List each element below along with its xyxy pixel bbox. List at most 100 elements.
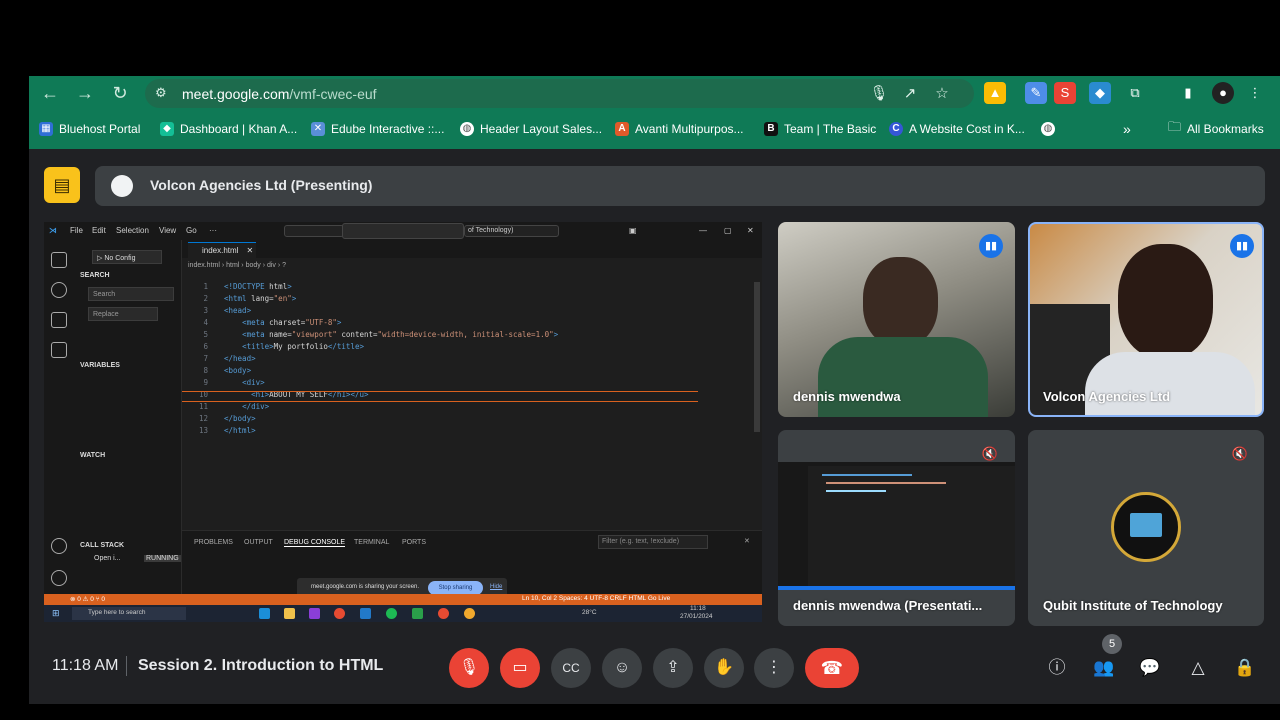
status-info[interactable]: Ln 10, Col 2 Spaces: 4 UTF-8 CRLF HTML G… (522, 595, 670, 602)
stop-sharing-button[interactable]: Stop sharing (428, 581, 483, 595)
menu-view[interactable]: View (159, 226, 176, 235)
bookmark-item[interactable]: ◍ (1041, 119, 1055, 139)
participant-tile[interactable]: ▮▮ dennis mwendwa (778, 222, 1015, 417)
command-center[interactable] (284, 225, 344, 237)
menu-dots-icon[interactable]: ⋮ (1244, 82, 1266, 104)
windows-start-icon[interactable]: ⊞ (52, 608, 60, 619)
forward-icon[interactable]: → (74, 82, 96, 104)
bookmark-item[interactable]: ▦ Bluehost Portal (39, 119, 140, 139)
code-line[interactable]: 8 <body> (182, 366, 251, 375)
run-config-select[interactable]: ▷ No Config (92, 250, 162, 264)
weather-temp[interactable]: 28°C (582, 609, 597, 616)
taskbar-search[interactable]: Type here to search (72, 607, 186, 620)
code-line[interactable]: 13 </html> (182, 426, 256, 435)
more-bookmarks-icon[interactable]: » (1123, 119, 1131, 139)
code-line[interactable]: 4 <meta charset="UTF-8"> (182, 318, 341, 327)
variables-heading[interactable]: VARIABLES (80, 362, 120, 369)
more-options-button[interactable]: ⋮ (754, 648, 794, 688)
extensions-puzzle-icon[interactable]: ⧉ (1124, 82, 1146, 104)
code-line[interactable]: 9 <div> (182, 378, 264, 387)
source-control-icon[interactable] (51, 282, 67, 298)
debug-toolbar[interactable] (342, 223, 464, 239)
watch-heading[interactable]: WATCH (80, 452, 105, 459)
chrome-icon[interactable] (464, 608, 475, 619)
menu-edit[interactable]: Edit (92, 226, 106, 235)
close-icon[interactable]: ✕ (747, 226, 754, 235)
bookmark-item[interactable]: A Avanti Multipurpos... (615, 119, 744, 139)
extension-icon-red[interactable]: S (1054, 82, 1076, 104)
all-bookmarks[interactable]: 🗀 All Bookmarks (1168, 119, 1264, 139)
menu-file[interactable]: File (70, 226, 83, 235)
edge-icon[interactable] (259, 608, 270, 619)
explorer-icon[interactable] (51, 252, 67, 268)
presentation-icon[interactable]: ▤ (44, 167, 80, 203)
profile-avatar[interactable]: ● (1212, 82, 1234, 104)
meet-icon[interactable] (412, 608, 423, 619)
maximize-icon[interactable]: ▢ (724, 226, 732, 235)
site-settings-icon[interactable]: ⚙ (155, 85, 171, 101)
visual-studio-icon[interactable] (309, 608, 320, 619)
activities-icon[interactable]: △ (1185, 655, 1211, 681)
camera-off-button[interactable]: ▭ (500, 648, 540, 688)
participant-tile-active[interactable]: ▮▮ Volcon Agencies Ltd (1028, 222, 1264, 417)
bookmark-item[interactable]: CA Website Cost in K... (889, 119, 1025, 139)
vscode-taskbar-icon[interactable] (360, 608, 371, 619)
captions-button[interactable]: CC (551, 648, 591, 688)
host-controls-icon[interactable]: 🔒 (1232, 655, 1258, 681)
scrollbar[interactable] (754, 282, 760, 432)
bookmark-star-icon[interactable]: ☆ (932, 84, 952, 104)
back-icon[interactable]: ← (39, 82, 61, 104)
extension-icon[interactable]: ✎ (1025, 82, 1047, 104)
raise-hand-button[interactable]: ✋ (704, 648, 744, 688)
chrome-icon[interactable] (438, 608, 449, 619)
bookmark-item[interactable]: ✕ Edube Interactive ::... (311, 119, 444, 139)
code-line[interactable]: 3 <head> (182, 306, 251, 315)
call-stack-item[interactable]: Open i... (94, 555, 120, 562)
reload-icon[interactable]: ↻ (109, 82, 131, 104)
tab-ports[interactable]: PORTS (402, 539, 426, 546)
drive-extension-icon[interactable]: ▲ (984, 82, 1006, 104)
leave-call-button[interactable]: ☎ (805, 648, 859, 688)
tab-debug-console[interactable]: DEBUG CONSOLE (284, 539, 346, 547)
close-icon[interactable]: ✕ (246, 246, 253, 255)
code-line[interactable]: 12 </body> (182, 414, 256, 423)
close-icon[interactable]: ✕ (744, 537, 750, 545)
menu-selection[interactable]: Selection (116, 226, 149, 235)
replace-input[interactable]: Replace (88, 307, 158, 321)
extensions-icon[interactable] (51, 342, 67, 358)
code-line[interactable]: 11 </div> (182, 402, 269, 411)
tab-index-html[interactable]: index.html ✕ (188, 242, 256, 258)
code-line[interactable]: 2 <html lang="en"> (182, 294, 296, 303)
emoji-button[interactable]: ☺ (602, 648, 642, 688)
code-line[interactable]: 1 <!DOCTYPE html> (182, 282, 291, 291)
tab-output[interactable]: OUTPUT (244, 539, 273, 546)
file-explorer-icon[interactable] (284, 608, 295, 619)
menu-more[interactable]: ··· (209, 226, 217, 235)
tab-problems[interactable]: PROBLEMS (194, 539, 233, 546)
meeting-info-icon[interactable]: ⓘ (1044, 655, 1070, 681)
bookmark-item[interactable]: ◍ Header Layout Sales... (460, 119, 602, 139)
chrome-icon[interactable] (334, 608, 345, 619)
present-screen-button[interactable]: ⇪ (653, 648, 693, 688)
minimize-icon[interactable]: — (699, 226, 707, 235)
menu-go[interactable]: Go (186, 226, 197, 235)
layout-icon[interactable]: ▣ (629, 226, 637, 235)
participant-tile[interactable]: 🔇 Qubit Institute of Technology (1028, 430, 1264, 626)
microphone-icon[interactable]: 🎙 (869, 84, 889, 104)
code-line[interactable]: 5 <meta name="viewport" content="width=d… (182, 330, 558, 339)
code-line[interactable]: 7 </head> (182, 354, 255, 363)
code-editor[interactable]: index.html ✕ index.html › html › body › d… (182, 240, 762, 530)
code-line[interactable]: 6 <title>My portfolio</title> (182, 342, 364, 351)
status-problems[interactable]: ⊗ 0 ⚠ 0 ⑂ 0 (70, 595, 105, 603)
hide-link[interactable]: Hide (490, 584, 502, 590)
extension-icon-blue[interactable]: ◆ (1089, 82, 1111, 104)
call-stack-heading[interactable]: CALL STACK (80, 542, 124, 549)
chat-icon[interactable]: 💬 (1137, 655, 1163, 681)
search-input[interactable]: Search (88, 287, 174, 301)
address-bar[interactable]: ⚙ meet.google.com/vmf-cwec-euf 🎙 ↗ ☆ (145, 79, 974, 108)
settings-gear-icon[interactable] (51, 570, 67, 586)
run-debug-icon[interactable] (51, 312, 67, 328)
account-icon[interactable] (51, 538, 67, 554)
people-icon[interactable]: 👥 (1091, 655, 1117, 681)
bookmark-item[interactable]: ◆ Dashboard | Khan A... (160, 119, 297, 139)
